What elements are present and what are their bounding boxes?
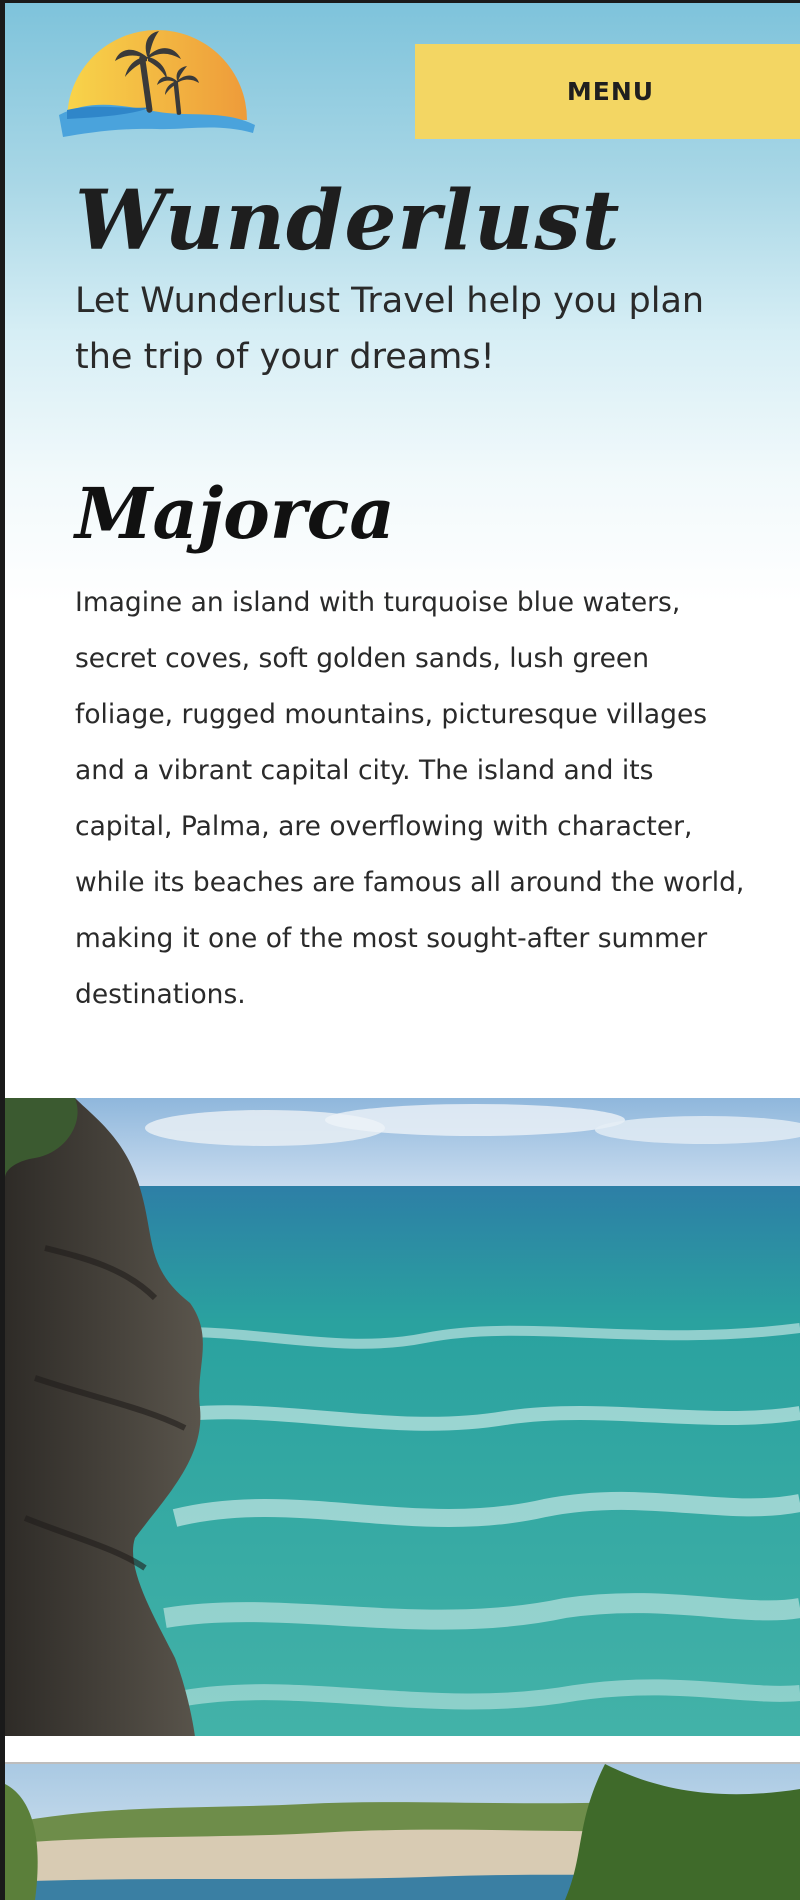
page-viewport: MENU Wunderlust Let Wunderlust Travel he… <box>5 3 800 1900</box>
palm-island-sun-logo[interactable] <box>57 15 257 140</box>
tagline: Let Wunderlust Travel help you plan the … <box>75 281 705 377</box>
limestone-cliffs-bay-photo <box>5 1764 800 1900</box>
menu-button[interactable]: MENU <box>415 44 800 139</box>
rocky-coast-turquoise-sea-photo <box>5 1098 800 1736</box>
menu-button-label: MENU <box>566 77 655 106</box>
destination-description: Imagine an island with turquoise blue wa… <box>75 587 745 1010</box>
photo-divider <box>5 1736 800 1764</box>
hero-section: MENU Wunderlust Let Wunderlust Travel he… <box>5 3 800 1098</box>
destination-title: Majorca <box>75 472 395 555</box>
site-title: Wunderlust <box>75 173 621 269</box>
